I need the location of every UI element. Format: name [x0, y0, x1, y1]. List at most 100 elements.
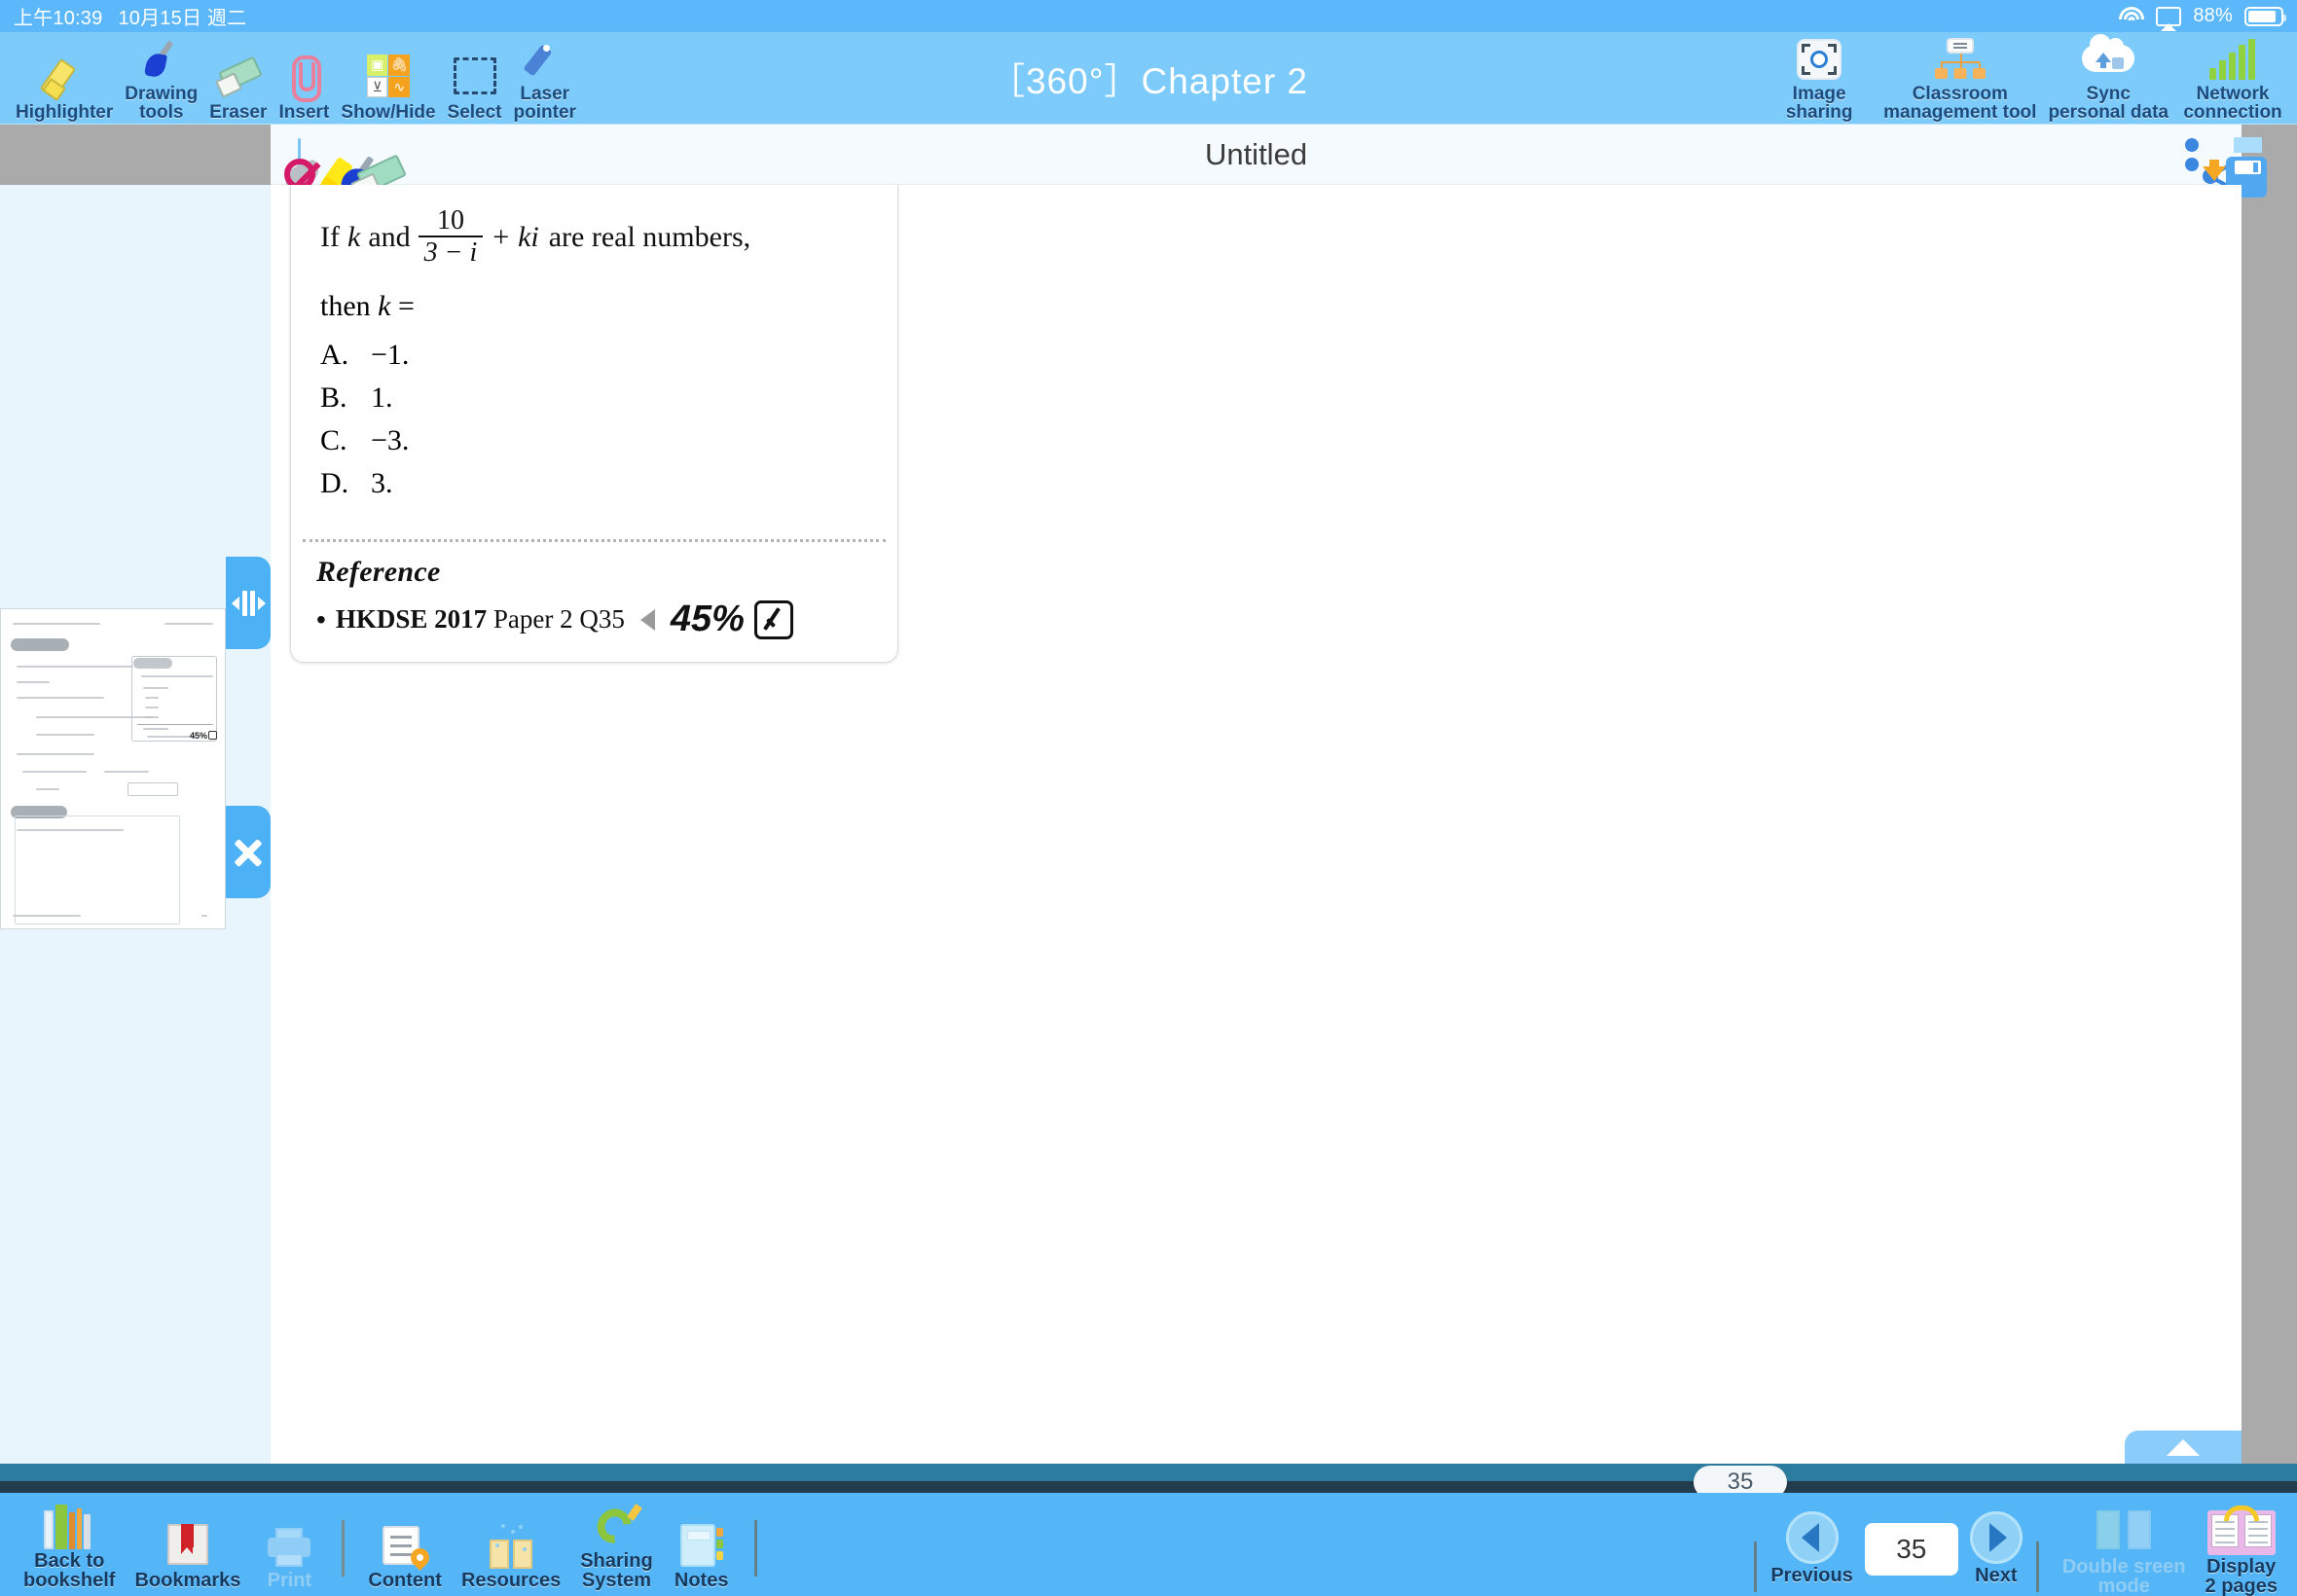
bookmark-icon [165, 1518, 210, 1569]
reference-row: • HKDSE 2017 Paper 2 Q35 45% [316, 598, 872, 640]
top-toolbar-right-group: Image sharing Classroom management tool … [1761, 34, 2291, 122]
page-slider-band[interactable] [0, 1464, 2297, 1493]
tool-select[interactable]: Select [442, 36, 508, 122]
bottom-toolbar-left: Back to bookshelf Bookmarks Print Conten… [14, 1497, 771, 1590]
bottom-tool-content[interactable]: Content [358, 1497, 452, 1590]
top-toolbar: Highlighter Drawing tools Eraser Insert … [0, 32, 2297, 125]
checkmark-box-icon[interactable] [753, 599, 793, 639]
tool-eraser-label: Eraser [209, 102, 268, 123]
app-screen: 上午10:39 10月15日 週二 88% Highlighter Drawin… [0, 0, 2297, 1596]
show-hide-grid-icon: ▣ 🖇 ⊻ ∿ [366, 51, 410, 101]
bottom-tool-sharing-system[interactable]: Sharing System [570, 1497, 662, 1590]
thumbnail-preview: 45% [7, 615, 219, 925]
bottom-tool-double-screen-mode: Double sreen mode [2053, 1503, 2196, 1596]
notes-icon [679, 1518, 723, 1569]
option-b-key: B. [320, 381, 347, 414]
document-title: Untitled [1204, 136, 1308, 171]
tool-highlighter[interactable]: Highlighter [10, 36, 119, 122]
panel-resize-handle[interactable] [226, 557, 271, 649]
next-arrow-icon [1969, 1511, 2023, 1564]
bottom-tool-resources[interactable]: Resources [452, 1497, 570, 1590]
reference-percent: 45% [670, 598, 745, 639]
tool-insert[interactable]: Insert [273, 36, 335, 122]
bottom-tool-notes[interactable]: Notes [663, 1497, 741, 1590]
double-screen-mode-label: Double sreen mode [2061, 1556, 2186, 1596]
option-c-key: C. [320, 424, 347, 456]
option-c-value: −3. [371, 424, 410, 456]
page-number-input[interactable]: 35 [1864, 1523, 1958, 1576]
airplay-icon [2156, 6, 2182, 26]
bottom-tool-display-two-pages[interactable]: Display 2 pages [2196, 1503, 2287, 1596]
option-a-value: −1. [371, 339, 410, 371]
tool-classroom-management-label: Classroom management tool [1883, 84, 2037, 123]
scroll-up-button[interactable] [2125, 1431, 2242, 1464]
page-slider-track[interactable] [0, 1481, 2297, 1493]
option-a[interactable]: A. −1. [320, 339, 872, 372]
triangle-left-icon [639, 608, 655, 631]
option-b-value: 1. [371, 381, 393, 414]
top-toolbar-left-group: Highlighter Drawing tools Eraser Insert … [10, 36, 582, 122]
reference-source-bold: HKDSE 2017 [335, 604, 488, 634]
bottom-tool-back-to-bookshelf-label: Back to bookshelf [23, 1550, 116, 1591]
content-list-icon [381, 1518, 434, 1571]
previous-arrow-icon [1785, 1511, 1839, 1564]
tool-sync-personal-data[interactable]: Sync personal data [2042, 34, 2174, 122]
option-d-value: 3. [371, 467, 393, 499]
document-viewport[interactable]: If k and 10 3 − i + ki are real numbers,… [271, 185, 2242, 1464]
next-page-button[interactable]: Next [1969, 1511, 2023, 1587]
dashed-selection-icon [453, 51, 496, 101]
tool-image-sharing[interactable]: Image sharing [1761, 36, 1878, 122]
tool-image-sharing-label: Image sharing [1785, 84, 1853, 123]
option-d[interactable]: D. 3. [320, 467, 872, 500]
page-title: ［360°］Chapter 2 [988, 61, 1309, 101]
bottom-tool-bookmarks-label: Bookmarks [134, 1570, 241, 1591]
question-block: If k and 10 3 − i + ki are real numbers,… [291, 185, 897, 533]
laser-pointer-icon [524, 36, 566, 83]
tool-classroom-management[interactable]: Classroom management tool [1878, 36, 2042, 122]
question-and: and [368, 221, 411, 253]
tool-drawing-tools[interactable]: Drawing tools [119, 36, 203, 122]
fraction-denominator: 3 − i [423, 237, 478, 268]
bottom-tool-notes-label: Notes [674, 1570, 729, 1591]
close-icon [232, 836, 265, 869]
fraction-numerator: 10 [436, 205, 464, 236]
question-plus-term: + ki [491, 221, 539, 253]
paperclip-icon [284, 51, 323, 102]
question-if: If [320, 221, 340, 253]
tool-insert-label: Insert [278, 102, 330, 123]
bottom-tool-sharing-system-label: Sharing System [580, 1550, 653, 1591]
display-two-pages-label: Display 2 pages [2205, 1556, 2278, 1596]
bottom-tool-print-label: Print [267, 1570, 312, 1591]
page-thumbnail[interactable]: 45% [0, 608, 226, 929]
status-date: 10月15日 週二 [118, 8, 247, 29]
tool-show-hide[interactable]: ▣ 🖇 ⊻ ∿ Show/Hide [335, 36, 441, 122]
question-card: If k and 10 3 − i + ki are real numbers,… [290, 185, 898, 663]
bottom-tool-content-label: Content [368, 1570, 442, 1591]
reference-heading: Reference [316, 556, 441, 588]
option-c[interactable]: C. −3. [320, 424, 872, 457]
option-b[interactable]: B. 1. [320, 381, 872, 415]
annotation-toolbar: Untitled [271, 125, 2267, 198]
resize-handle-icon [231, 590, 266, 616]
eraser-icon [217, 51, 260, 101]
battery-icon [2244, 6, 2286, 26]
panel-close-button[interactable] [226, 806, 271, 898]
bottom-toolbar-divider-2 [753, 1520, 757, 1577]
nav-divider-left [1754, 1542, 1758, 1592]
previous-page-button[interactable]: Previous [1770, 1511, 1853, 1587]
bottom-tool-print: Print [250, 1497, 328, 1590]
sharing-system-icon [590, 1499, 643, 1550]
thumbnail-panel: 45% [0, 185, 271, 1464]
bottom-tool-back-to-bookshelf[interactable]: Back to bookshelf [14, 1497, 125, 1590]
tool-eraser[interactable]: Eraser [203, 36, 273, 122]
fraction: 10 3 − i [418, 205, 484, 269]
chevron-up-icon [2167, 1438, 2200, 1456]
tool-laser-pointer[interactable]: Laser pointer [508, 36, 582, 122]
question-statement: If k and 10 3 − i + ki are real numbers, [320, 206, 872, 269]
option-a-key: A. [320, 339, 349, 371]
tool-drawing-tools-label: Drawing tools [125, 84, 199, 123]
status-bar-left: 上午10:39 10月15日 週二 [14, 2, 246, 30]
bottom-toolbar: Back to bookshelf Bookmarks Print Conten… [0, 1493, 2297, 1596]
bottom-tool-bookmarks[interactable]: Bookmarks [125, 1497, 250, 1590]
tool-network-connection[interactable]: Network connection [2174, 36, 2291, 122]
